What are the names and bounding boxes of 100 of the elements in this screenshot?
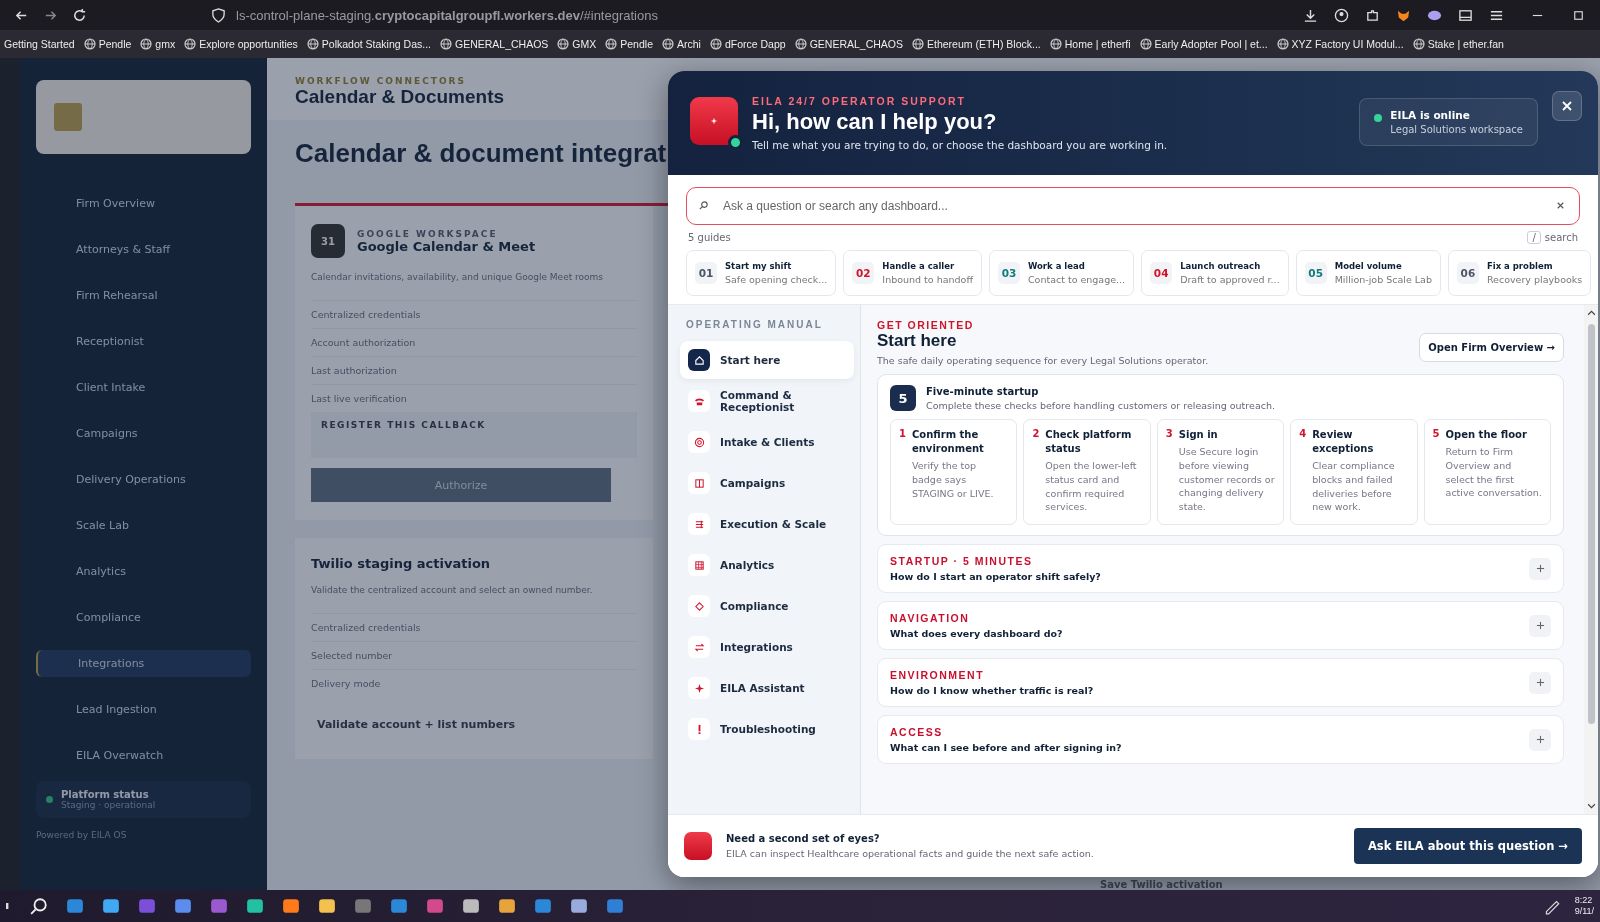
guide-card[interactable]: 06 Fix a problem Recovery playbooks: [1447, 250, 1592, 296]
extensions-icon[interactable]: [1365, 7, 1380, 23]
manual-nav-item[interactable]: EILA Assistant: [680, 669, 854, 707]
guide-card[interactable]: 03 Work a lead Contact to engage...: [988, 250, 1135, 296]
app-icon[interactable]: [570, 897, 588, 915]
expand-button[interactable]: [1529, 728, 1551, 751]
app-icon[interactable]: [462, 897, 480, 915]
faq-item[interactable]: ENVIRONMENT How do I know whether traffic is real?: [877, 658, 1564, 708]
guide-card[interactable]: 05 Model volume Million-job Scale Lab: [1295, 250, 1441, 296]
faq-item[interactable]: STARTUP · 5 MINUTES How do I start an operator shift safely?: [877, 544, 1564, 594]
reload-icon[interactable]: [72, 7, 87, 23]
step-number: 5: [1432, 428, 1440, 441]
app-icon[interactable]: [318, 897, 336, 915]
open-overview-button[interactable]: Open Firm Overview →: [1419, 333, 1564, 362]
app-icon[interactable]: [282, 897, 300, 915]
list-icon: [693, 518, 705, 530]
bookmark-link[interactable]: Getting Started: [4, 38, 75, 50]
app-icon[interactable]: [390, 897, 408, 915]
manual-nav-item[interactable]: Compliance: [680, 587, 854, 625]
bookmark-link[interactable]: Home | etherfi: [1064, 38, 1131, 50]
card-title: Twilio staging activation: [311, 556, 491, 571]
ask-button[interactable]: Ask EILA about this question →: [1353, 828, 1582, 864]
app-icon[interactable]: [534, 897, 552, 915]
app-icon[interactable]: [174, 897, 192, 915]
scrollbar-thumb[interactable]: [1587, 324, 1595, 724]
sidebar-item[interactable]: Integrations: [36, 650, 251, 677]
card-button[interactable]: Validate account + list numbers: [311, 707, 522, 741]
app-icon[interactable]: [102, 897, 120, 915]
sidebar-item[interactable]: Scale Lab: [36, 512, 251, 539]
sidebar-item[interactable]: Analytics: [36, 558, 251, 585]
home-icon: [693, 354, 705, 366]
plus-icon: [1535, 621, 1545, 631]
bookmark-link[interactable]: GMX: [572, 38, 597, 50]
bookmark-link[interactable]: Explore opportunities: [199, 38, 298, 50]
faq-item[interactable]: ACCESS What can I see before and after signing in?: [877, 715, 1564, 765]
search-field[interactable]: Ask a question or search any dashboard...: [686, 187, 1580, 225]
app-icon[interactable]: [66, 897, 84, 915]
guide-card[interactable]: 04 Launch outreach Draft to approved r...: [1141, 250, 1289, 296]
guide-card[interactable]: 01 Start my shift Safe opening check...: [686, 250, 837, 296]
url-field[interactable]: ls-control-plane-staging.cryptocapitalgroupfl.workers.dev/#integrations: [236, 7, 658, 23]
powered-by-text: Powered by EILA OS: [36, 830, 128, 840]
bookmark-link[interactable]: Archi: [677, 38, 701, 50]
scroll-up-icon[interactable]: [1586, 309, 1596, 316]
step-title: Review exceptions: [1312, 428, 1375, 456]
clear-icon[interactable]: [1555, 200, 1566, 211]
bookmark-link[interactable]: gmx: [155, 38, 176, 50]
scroll-down-icon[interactable]: [1586, 803, 1596, 810]
assistant-icon: [684, 832, 712, 860]
manual-nav-item[interactable]: Command & Receptionist: [680, 382, 854, 420]
expand-button[interactable]: [1529, 557, 1551, 580]
shortcut-label: search: [1544, 232, 1578, 243]
expand-button[interactable]: [1529, 671, 1551, 694]
bookmark-link[interactable]: Pendle: [98, 38, 132, 50]
clock-date: 9/11/: [1574, 906, 1594, 917]
sidebar-item[interactable]: Delivery Operations: [36, 466, 251, 493]
bookmark-link[interactable]: Early Adopter Pool | et...: [1154, 38, 1268, 50]
manual-nav-item[interactable]: Troubleshooting: [680, 710, 854, 748]
field-label: Centralized credentials: [311, 300, 637, 328]
sidebar-item[interactable]: Compliance: [36, 604, 251, 631]
bookmark-link[interactable]: Polkadot Staking Das...: [321, 38, 431, 50]
close-button[interactable]: [1552, 91, 1582, 121]
sidebar-item[interactable]: Attorneys & Staff: [36, 236, 251, 263]
bookmark-link[interactable]: XYZ Factory UI Modul...: [1291, 38, 1404, 50]
app-icon[interactable]: [498, 897, 516, 915]
sidebar-item[interactable]: Firm Rehearsal: [36, 282, 251, 309]
sidebar-item[interactable]: Client Intake: [36, 374, 251, 401]
step-number: 1: [899, 428, 906, 441]
sidebar-item[interactable]: Receptionist: [36, 328, 251, 355]
bookmark-link[interactable]: GENERAL_CHAOS: [455, 38, 549, 50]
sidebar-item[interactable]: Lead Ingestion: [36, 696, 251, 723]
search-icon[interactable]: [30, 897, 48, 915]
bookmark-link[interactable]: Ethereum (ETH) Block...: [927, 38, 1041, 50]
globe-icon: [83, 38, 96, 50]
field-label: Last authorization: [311, 356, 637, 384]
manual-nav-item[interactable]: Analytics: [680, 546, 854, 584]
sidebar-item[interactable]: EILA Overwatch: [36, 742, 251, 769]
sidebar-item[interactable]: Campaigns: [36, 420, 251, 447]
app-icon[interactable]: [246, 897, 264, 915]
bookmark-link[interactable]: dForce Dapp: [724, 38, 786, 50]
bookmark-link[interactable]: Pendle: [620, 38, 653, 50]
manual-nav-item[interactable]: Integrations: [680, 628, 854, 666]
expand-button[interactable]: [1529, 614, 1551, 637]
account-icon[interactable]: [1334, 7, 1349, 23]
close-icon: [1561, 100, 1573, 112]
manual-nav-item[interactable]: Start here: [680, 341, 854, 379]
bookmark-link[interactable]: Stake | ether.fan: [1427, 38, 1504, 50]
bookmark-link[interactable]: GENERAL_CHAOS: [809, 38, 903, 50]
manual-nav-item[interactable]: Campaigns: [680, 464, 854, 502]
sidebar-icon[interactable]: [1458, 7, 1473, 23]
globe-icon: [709, 38, 722, 50]
step-number: 4: [1299, 428, 1307, 441]
field-label: Selected number: [311, 641, 637, 669]
status-card[interactable]: Platform status Staging · operational: [36, 781, 251, 818]
faq-item[interactable]: NAVIGATION What does every dashboard do?: [877, 601, 1564, 651]
manual-nav-item[interactable]: Execution & Scale: [680, 505, 854, 543]
sidebar-item[interactable]: Firm Overview: [36, 190, 251, 217]
faq-question: How do I start an operator shift safely?: [890, 571, 1101, 583]
manual-nav-item[interactable]: Intake & Clients: [680, 423, 854, 461]
download-icon[interactable]: [1303, 7, 1318, 23]
guide-card[interactable]: 02 Handle a caller Inbound to handoff: [843, 250, 982, 296]
